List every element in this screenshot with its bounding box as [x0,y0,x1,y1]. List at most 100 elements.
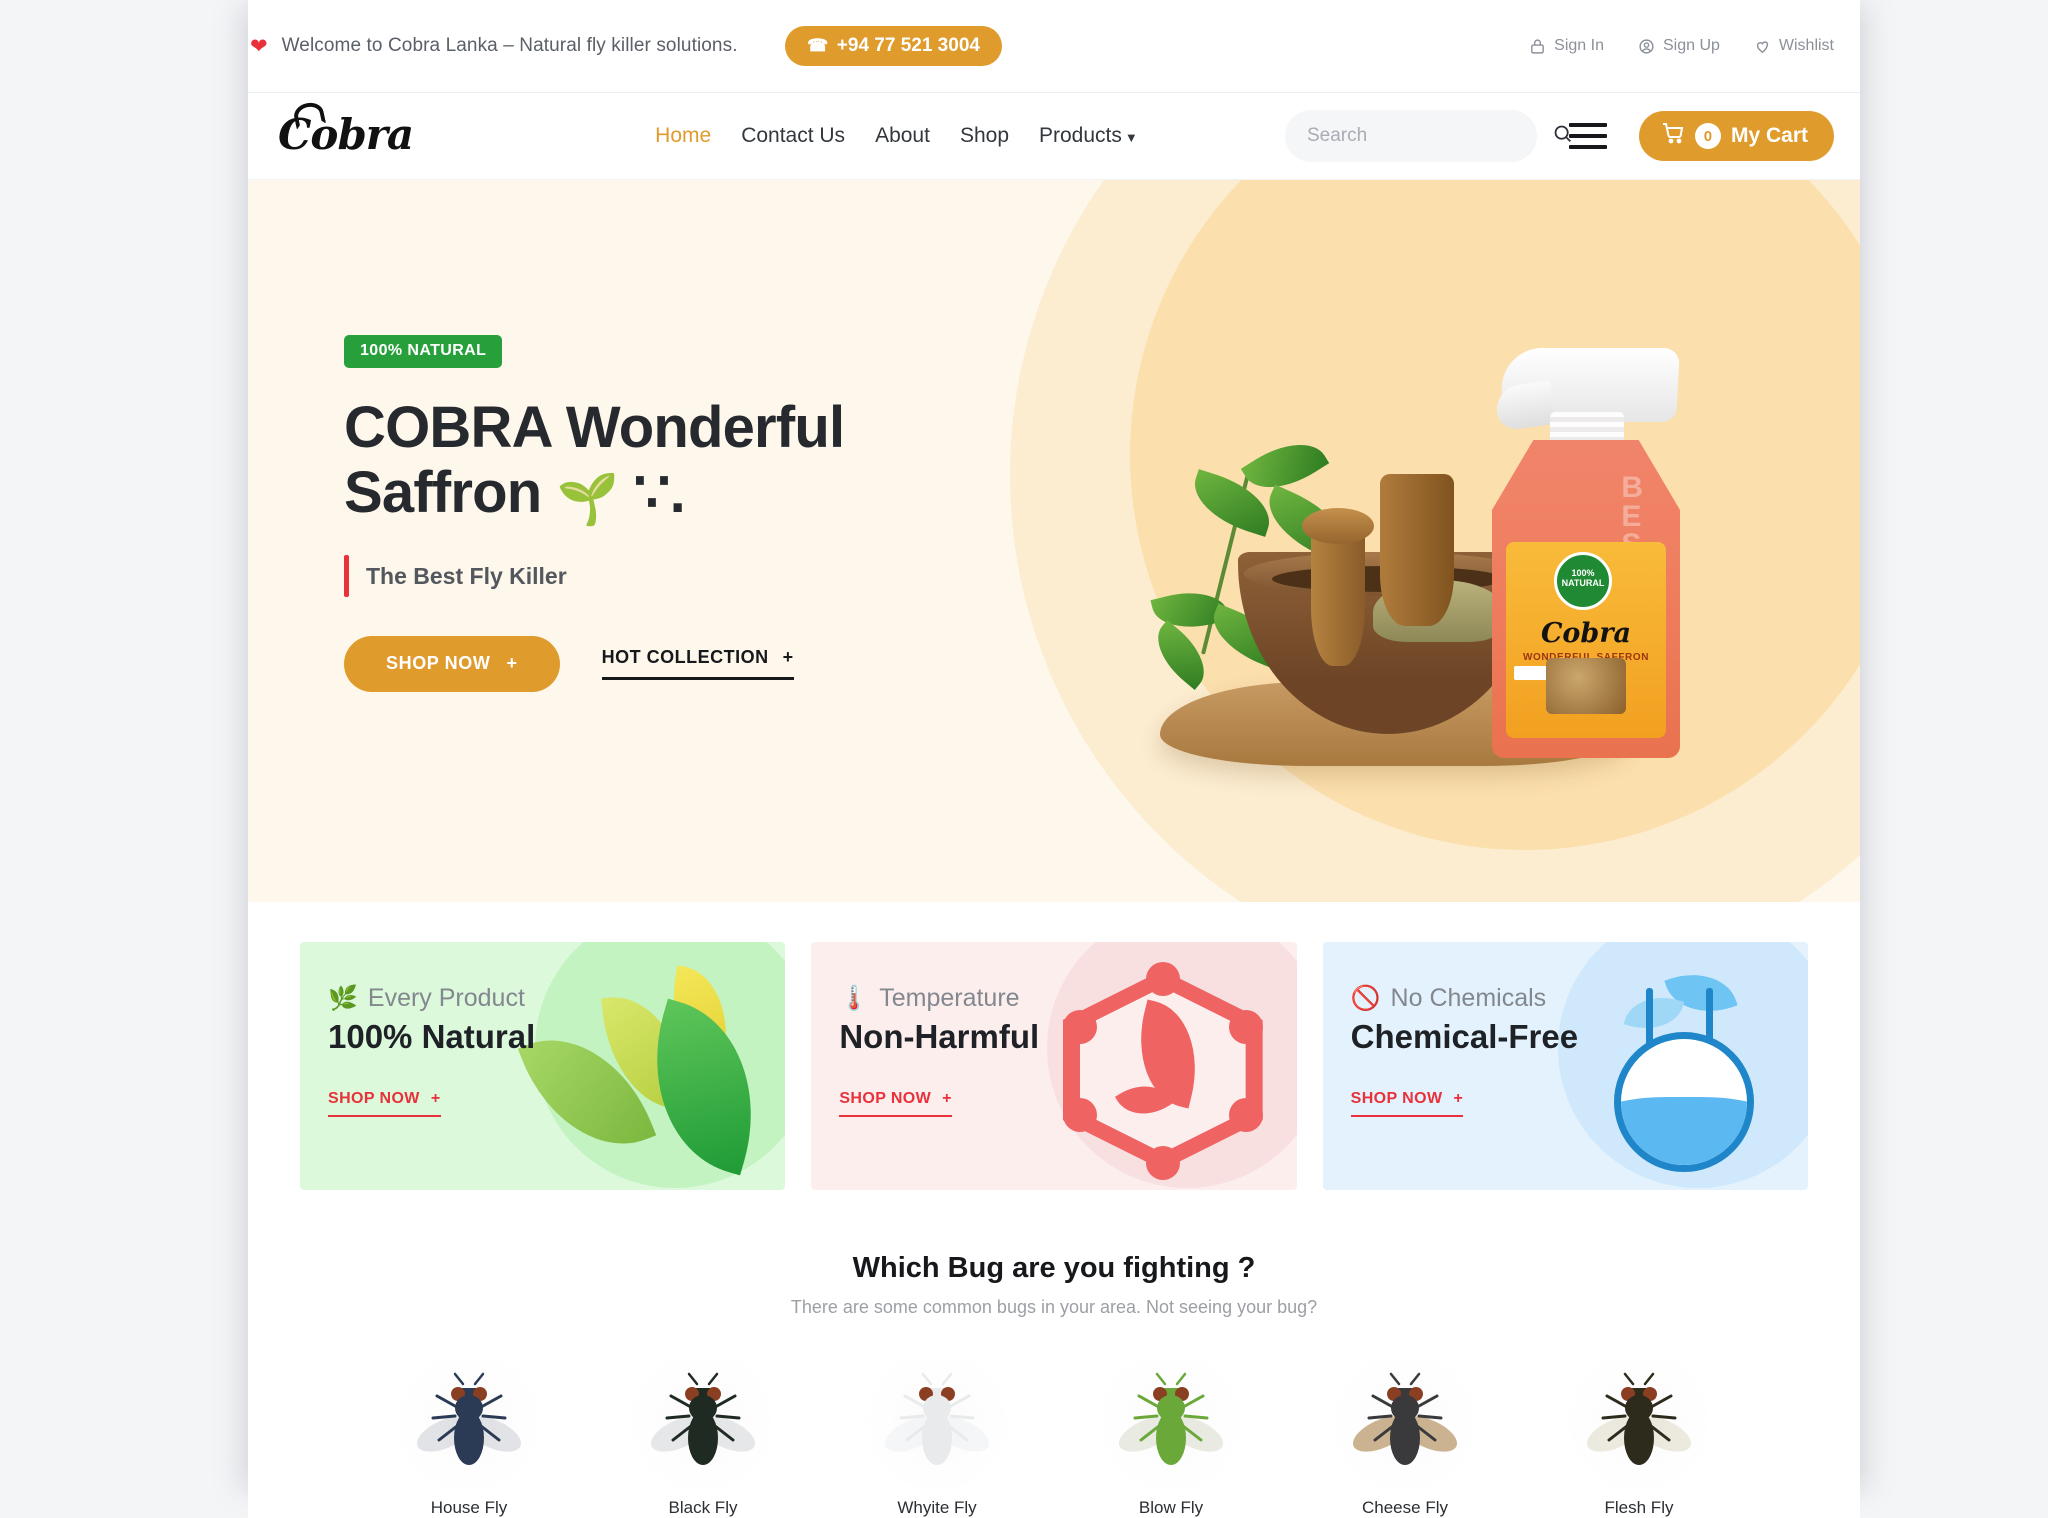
hero-cta-group: SHOP NOW + HOT COLLECTION + [344,635,938,692]
fly-icon [417,1372,521,1465]
nav-item-shop[interactable]: Shop [960,124,1009,148]
fly-icon [651,1372,755,1465]
feature-shop-now-label: SHOP NOW [839,1090,932,1107]
feature-shop-now-link[interactable]: SHOP NOW + [839,1090,952,1117]
bug-image [613,1360,793,1488]
plus-icon: + [430,1090,441,1107]
feature-cards: 🌿 Every Product 100% Natural SHOP NOW + [248,902,1860,1190]
wooden-pestle-back [1380,474,1454,626]
bug-image [1081,1360,1261,1488]
bugs-title: Which Bug are you fighting ? [852,1252,1256,1284]
hero-banner: 100% NATURAL COBRA Wonderful Saffron 🌱 ∵… [248,180,1860,902]
page-container: ❤ Welcome to Cobra Lanka – Natural fly k… [248,0,1860,1518]
chevron-down-icon: ▼ [1124,130,1138,145]
hero-shop-now-label: SHOP NOW [386,653,491,674]
bug-label: Whyite Fly [897,1498,977,1517]
feature-shop-now-label: SHOP NOW [328,1090,420,1107]
nav-item-products[interactable]: Products ▼ [1039,124,1138,148]
bug-item[interactable]: Flesh Fly [1549,1360,1729,1518]
bug-list: House Fly Black Fly Whyite Fly Blow Fly Chee… [248,1360,1860,1518]
nav-right-group: 0 My Cart [1284,110,1834,162]
cart-count-badge: 0 [1694,123,1721,149]
spray-bottle: BEST 100% NATURAL Cobra WONDERFUL SAFFRO… [1492,328,1680,758]
feature-shop-now-label: SHOP NOW [1350,1090,1443,1107]
nav-item-about[interactable]: About [875,124,930,148]
thermometer-icon: 🌡️ [839,984,870,1012]
topbar-left-group: ❤ Welcome to Cobra Lanka – Natural fly k… [248,26,1002,66]
feature-kicker-row: 🚫 No Chemicals [1351,984,1808,1013]
hero-product-image: BEST 100% NATURAL Cobra WONDERFUL SAFFRO… [1118,254,1798,794]
plus-icon: + [506,653,518,674]
natural-badge: 100% NATURAL [344,335,503,368]
bug-image [379,1360,559,1488]
label-natural-badge: 100% NATURAL [1554,552,1612,610]
feature-card-non-harmful[interactable]: 🌡️ Temperature Non-Harmful SHOP NOW + [811,942,1297,1190]
wooden-pestle-front [1302,508,1374,666]
bug-image [1549,1360,1729,1488]
feature-shop-now-link[interactable]: SHOP NOW + [1350,1090,1464,1117]
heart-outline-icon [1754,38,1771,55]
phone-button[interactable]: ☎ +94 77 521 3004 [784,26,1002,66]
feature-card-natural[interactable]: 🌿 Every Product 100% Natural SHOP NOW + [300,942,786,1190]
herb-icon: 🌿 [328,984,358,1012]
bug-selector-section: Which Bug are you fighting ? There are s… [248,1190,1860,1518]
bug-label: Cheese Fly [1362,1498,1448,1517]
feature-kicker: No Chemicals [1390,984,1547,1012]
feature-title: Non-Harmful [839,1018,1040,1055]
plus-icon: + [1453,1090,1464,1107]
wishlist-label: Wishlist [1778,37,1834,54]
user-circle-icon [1638,38,1655,55]
main-navigation-bar: Cobra Home Contact Us About Shop Product… [248,93,1860,180]
hero-inner: 100% NATURAL COBRA Wonderful Saffron 🌱 ∵… [248,180,1860,902]
bugs-subtitle: There are some common bugs in your area.… [790,1297,1318,1317]
feature-card-chemical-free[interactable]: 🚫 No Chemicals Chemical-Free SHOP NOW + [1322,942,1808,1190]
top-announcement-bar: ❤ Welcome to Cobra Lanka – Natural fly k… [248,0,1860,93]
seedling-icon: 🌱 [556,470,619,527]
bug-item[interactable]: Whyite Fly [847,1360,1027,1518]
hot-collection-label: HOT COLLECTION [601,647,769,668]
fly-icon [1353,1372,1457,1465]
nav-item-products-label: Products [1039,124,1122,147]
feature-kicker-row: 🌿 Every Product [328,984,785,1013]
heart-icon: ❤ [250,34,268,58]
cart-icon [1661,121,1685,151]
bug-label: House Fly [430,1498,508,1517]
phone-icon: ☎ [806,36,828,55]
bug-item[interactable]: House Fly [379,1360,559,1518]
wishlist-link[interactable]: Wishlist [1754,37,1834,55]
bug-image [847,1360,1027,1488]
welcome-message: Welcome to Cobra Lanka – Natural fly kil… [281,35,738,56]
sign-in-link[interactable]: Sign In [1529,37,1604,55]
plus-icon: + [942,1090,952,1107]
hot-collection-link[interactable]: HOT COLLECTION + [601,647,794,681]
feature-title: Chemical-Free [1350,1018,1579,1055]
bug-item[interactable]: Black Fly [613,1360,793,1518]
nav-menu: Home Contact Us About Shop Products ▼ [655,124,1138,148]
hero-title-line1: COBRA Wonderful [344,395,845,460]
feature-kicker: Every Product [367,984,525,1012]
bug-label: Flesh Fly [1604,1498,1674,1517]
lock-icon [1529,38,1546,55]
bug-item[interactable]: Blow Fly [1081,1360,1261,1518]
feature-shop-now-link[interactable]: SHOP NOW + [328,1090,441,1117]
bug-item[interactable]: Cheese Fly [1315,1360,1495,1518]
nav-item-contact-us[interactable]: Contact Us [741,124,845,148]
nav-item-home[interactable]: Home [655,124,711,148]
hamburger-icon[interactable] [1565,119,1611,153]
my-cart-button[interactable]: 0 My Cart [1638,111,1834,161]
feature-kicker-row: 🌡️ Temperature [839,984,1296,1013]
hero-copy: 100% NATURAL COBRA Wonderful Saffron 🌱 ∵… [248,180,938,902]
label-product-photo [1546,658,1626,714]
topbar-right-group: Sign In Sign Up Wishlist [1529,37,1834,55]
hero-subtitle: The Best Fly Killer [344,554,938,597]
sign-up-link[interactable]: Sign Up [1638,37,1720,55]
sign-in-label: Sign In [1554,37,1604,54]
no-entry-icon: 🚫 [1350,984,1381,1012]
hero-shop-now-button[interactable]: SHOP NOW + [344,635,560,692]
site-logo[interactable]: Cobra [274,110,414,159]
fly-icon [885,1372,989,1465]
cart-label: My Cart [1730,124,1808,147]
fly-icon [1587,1372,1691,1465]
search-input[interactable] [1306,125,1552,147]
search-box[interactable] [1284,110,1571,162]
